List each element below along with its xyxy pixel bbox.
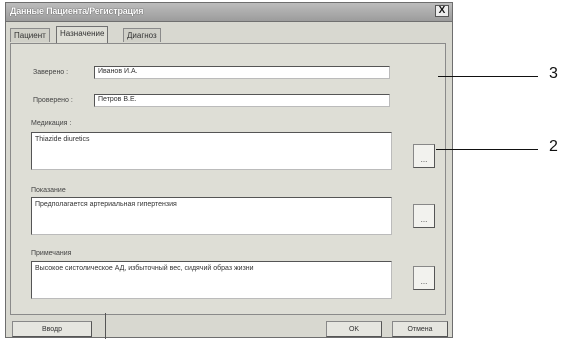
medication-field[interactable]: Thiazide diuretics — [31, 132, 392, 170]
close-icon: X — [438, 5, 446, 16]
callout-line-3 — [438, 76, 538, 77]
checked-field[interactable]: Петров В.Е. — [94, 94, 390, 107]
notes-label: Примечания — [31, 250, 72, 257]
close-button[interactable]: X — [435, 5, 449, 17]
left-action-button[interactable]: Вводр — [12, 321, 92, 337]
cancel-button[interactable]: Отмена — [392, 321, 448, 337]
notes-browse-button[interactable]: ... — [413, 266, 435, 290]
verified-label: Заверено : — [33, 69, 69, 76]
callout-line-2 — [436, 149, 538, 150]
footer-divider — [105, 313, 106, 339]
notes-field[interactable]: Высокое систолическое АД, избыточный вес… — [31, 261, 392, 299]
indication-field[interactable]: Предполагается артериальная гипертензия — [31, 197, 392, 235]
medication-browse-button[interactable]: ... — [413, 144, 435, 168]
ok-button[interactable]: OK — [326, 321, 382, 337]
window-title: Данные Пациента/Регистрация — [10, 6, 144, 16]
callout-label-3: 3 — [549, 65, 558, 82]
title-bar[interactable]: Данные Пациента/Регистрация X — [6, 3, 452, 22]
indication-label: Показание — [31, 187, 66, 194]
checked-label: Проверено : — [33, 97, 73, 104]
patient-dialog: Данные Пациента/Регистрация X Пациент На… — [5, 2, 453, 339]
assignment-panel: Заверено : Иванов И.А. Проверено : Петро… — [10, 43, 446, 315]
verified-field[interactable]: Иванов И.А. — [94, 66, 390, 79]
tab-diagnosis[interactable]: Диагноз — [123, 28, 161, 42]
tab-assignment[interactable]: Назначение — [56, 26, 109, 43]
indication-browse-button[interactable]: ... — [413, 204, 435, 228]
callout-label-2: 2 — [549, 138, 558, 155]
tab-patient[interactable]: Пациент — [10, 28, 50, 42]
medication-label: Медикация : — [31, 120, 72, 127]
